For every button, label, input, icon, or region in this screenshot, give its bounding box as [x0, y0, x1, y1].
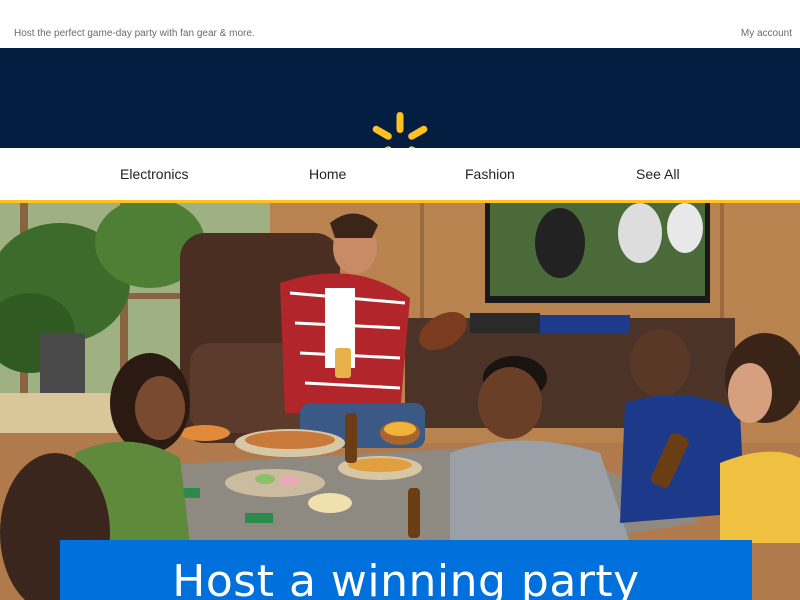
preheader: Host the perfect game-day party with fan… — [0, 0, 800, 48]
nav-fashion[interactable]: Fashion — [465, 166, 515, 182]
hero-banner[interactable]: Host a winning party — [60, 540, 752, 600]
hero-banner-title: Host a winning party — [172, 556, 640, 600]
brand-header — [0, 48, 800, 174]
preheader-text: Host the perfect game-day party with fan… — [14, 28, 255, 39]
nav-see-all[interactable]: See All — [636, 166, 680, 182]
category-nav: Electronics Home Fashion See All — [0, 148, 800, 203]
nav-home[interactable]: Home — [309, 166, 346, 182]
nav-electronics[interactable]: Electronics — [120, 166, 188, 182]
my-account-link[interactable]: My account — [741, 28, 792, 39]
